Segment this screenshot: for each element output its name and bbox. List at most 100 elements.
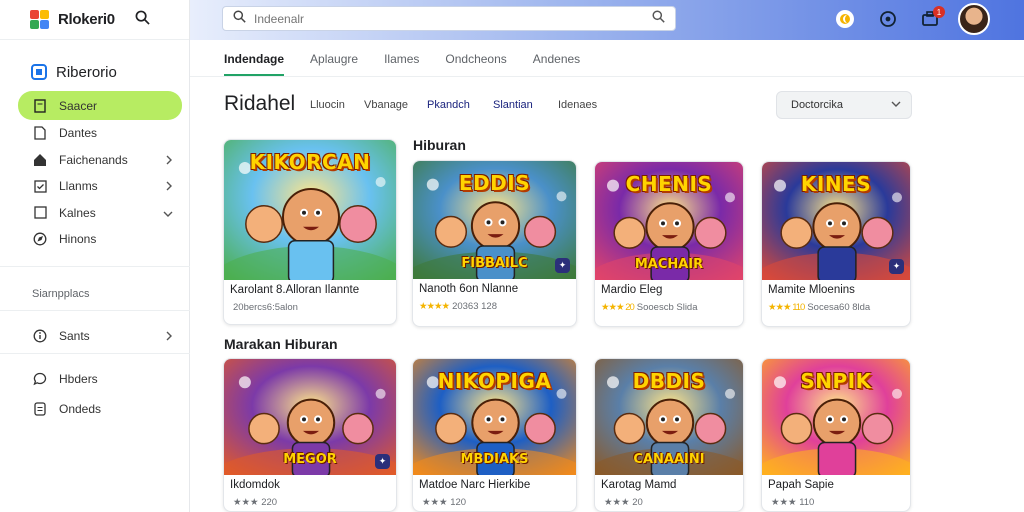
game-name: Nanoth 6on Nlanne xyxy=(419,283,519,295)
game-thumbnail: NIKOPIGA MBDIAKS xyxy=(413,359,576,475)
chat-icon xyxy=(33,372,47,386)
tab-bar: Indendage Aplaugre Ilames Ondcheons Ande… xyxy=(224,52,606,76)
search-submit-icon[interactable] xyxy=(652,9,665,28)
sidebar-item-hinons[interactable]: Hinons xyxy=(0,226,190,253)
sidebar: Rlokeri0 Riberorio Saacer Dantes Faichen… xyxy=(0,0,190,512)
platform-badge-icon: ✦ xyxy=(375,454,390,469)
game-meta: ★★★ 110 xyxy=(768,497,904,508)
chevron-right-icon xyxy=(165,180,173,194)
game-meta: ★★★★ 20363 128 xyxy=(419,301,570,312)
search-bar[interactable] xyxy=(222,6,676,31)
game-card[interactable]: SNPIK Papah Sapie ★★★ 110 xyxy=(761,358,911,512)
game-meta-text: ★★★ 220 xyxy=(233,497,278,508)
game-meta: 20bercs6:5alon xyxy=(230,302,390,313)
game-meta-text: Socesa60 8lda xyxy=(807,302,871,313)
chevron-down-icon xyxy=(163,207,173,221)
game-meta-text: Sooescb Slida xyxy=(636,302,698,313)
filter-chip[interactable]: Idenaes xyxy=(558,99,597,111)
sidebar-item-ondeds[interactable]: Ondeds xyxy=(0,396,190,423)
game-thumbnail: CHENIS MACHAIR xyxy=(595,162,743,280)
compass-icon xyxy=(33,232,47,246)
top-bar: 1 xyxy=(190,0,1024,40)
platform-badge-icon: ✦ xyxy=(889,259,904,274)
apps-icon[interactable] xyxy=(877,8,899,30)
avatar[interactable] xyxy=(958,3,990,35)
game-subtitle-art: CANAAINI xyxy=(633,452,705,467)
sidebar-item-llanms[interactable]: Llanms xyxy=(0,173,190,200)
section-title-marakan: Marakan Hiburan xyxy=(224,336,338,352)
game-title-art: CHENIS xyxy=(625,172,713,196)
game-title-art: SNPIK xyxy=(800,369,872,393)
search-input[interactable] xyxy=(254,11,652,26)
game-card[interactable]: CHENIS MACHAIR Mardio Eleg ★★★ 20 Sooescb… xyxy=(594,161,744,327)
rating-stars: ★★★★ xyxy=(419,301,450,312)
app-name: Rlokeri0 xyxy=(58,11,115,28)
tab-andenes[interactable]: Andenes xyxy=(533,52,580,76)
game-name: Papah Sapie xyxy=(768,479,834,491)
home-icon xyxy=(33,153,47,167)
sidebar-item-hbders[interactable]: Hbders xyxy=(0,366,190,393)
game-card[interactable]: MEGOR ✦ Ikdomdok ★★★ 220 xyxy=(223,358,397,512)
filter-chip[interactable]: Pkandch xyxy=(427,99,470,111)
game-meta-text: 20363 128 xyxy=(452,301,497,312)
game-title-art: KINES xyxy=(800,172,872,196)
chevron-down-icon xyxy=(891,99,901,111)
search-icon[interactable] xyxy=(135,10,150,30)
tab-indendage[interactable]: Indendage xyxy=(224,52,285,76)
game-title-art: DBDIS xyxy=(632,369,706,393)
sidebar-item-saacer[interactable]: Saacer xyxy=(18,91,182,120)
game-subtitle-art: MACHAIR xyxy=(634,257,704,272)
sidebar-section-label: Siarnpplacs xyxy=(32,288,90,300)
game-card[interactable]: KIKORCAN Karolant 8.Alloran Ilannte 20be… xyxy=(223,139,397,325)
game-subtitle-art: FIBBAILC xyxy=(461,256,528,271)
checklist-icon xyxy=(33,179,47,193)
game-name: Mamite Mloenins xyxy=(768,284,855,296)
search-icon xyxy=(233,9,246,28)
game-meta: ★★★ 20 xyxy=(601,497,737,508)
section-title-hiburan: Hiburan xyxy=(413,137,466,153)
game-card[interactable]: KINES ✦ Mamite Mloenins ★★★ 110 Socesa60 … xyxy=(761,161,911,327)
game-title-art: KIKORCAN xyxy=(249,150,371,174)
game-meta: ★★★ 110 Socesa60 8lda xyxy=(768,302,904,313)
game-card[interactable]: EDDIS FIBBAILC ✦ Nanoth 6on Nlanne ★★★★ 2… xyxy=(412,160,577,327)
chevron-right-icon xyxy=(165,154,173,168)
notifications-icon[interactable]: 1 xyxy=(919,6,945,30)
sort-dropdown[interactable]: Doctorcika xyxy=(776,91,912,119)
game-thumbnail: EDDIS FIBBAILC ✦ xyxy=(413,161,576,279)
sidebar-header: Rlokeri0 xyxy=(0,0,189,40)
tab-ilames[interactable]: Ilames xyxy=(384,52,419,76)
square-icon xyxy=(33,206,47,220)
filter-chip[interactable]: Vbanage xyxy=(364,99,408,111)
game-thumbnail: KINES ✦ xyxy=(762,162,910,280)
game-name: Karolant 8.Alloran Ilannte xyxy=(230,284,360,296)
sidebar-item-sants[interactable]: Sants xyxy=(0,323,190,350)
rating-stars: ★★★ 20 xyxy=(601,302,635,313)
filter-chip[interactable]: Lluocin xyxy=(310,99,345,111)
game-name: Matdoe Narc Hierkibe xyxy=(419,479,531,491)
tab-aplaugre[interactable]: Aplaugre xyxy=(310,52,358,76)
sidebar-item-faichenands[interactable]: Faichenands xyxy=(0,147,190,174)
chevron-right-icon xyxy=(165,330,173,344)
sidebar-item-kalnes[interactable]: Kalnes xyxy=(0,200,190,227)
game-card[interactable]: DBDIS CANAAINI Karotag Mamd ★★★ 20 xyxy=(594,358,744,512)
platform-badge-icon: ✦ xyxy=(555,258,570,273)
note-icon xyxy=(33,402,47,416)
sidebar-title[interactable]: Riberorio xyxy=(0,57,190,87)
game-subtitle-art: MEGOR xyxy=(283,452,337,467)
game-thumbnail: MEGOR ✦ xyxy=(224,359,396,475)
filter-chip[interactable]: Slantian xyxy=(493,99,533,111)
game-name: Karotag Mamd xyxy=(601,479,677,491)
page-title: Ridahel xyxy=(224,92,296,115)
game-subtitle-art: MBDIAKS xyxy=(460,452,529,467)
game-name: Ikdomdok xyxy=(230,479,280,491)
theme-toggle-icon[interactable] xyxy=(834,8,856,30)
tab-ondcheons[interactable]: Ondcheons xyxy=(445,52,506,76)
file-icon xyxy=(33,126,47,140)
game-thumbnail: KIKORCAN xyxy=(224,140,396,280)
game-name: Mardio Eleg xyxy=(601,284,663,296)
app-logo-icon xyxy=(30,9,50,30)
game-meta: ★★★ 220 xyxy=(230,497,390,508)
game-card[interactable]: NIKOPIGA MBDIAKS Matdoe Narc Hierkibe ★★… xyxy=(412,358,577,512)
document-icon xyxy=(33,98,47,113)
sidebar-item-dantes[interactable]: Dantes xyxy=(0,120,190,147)
